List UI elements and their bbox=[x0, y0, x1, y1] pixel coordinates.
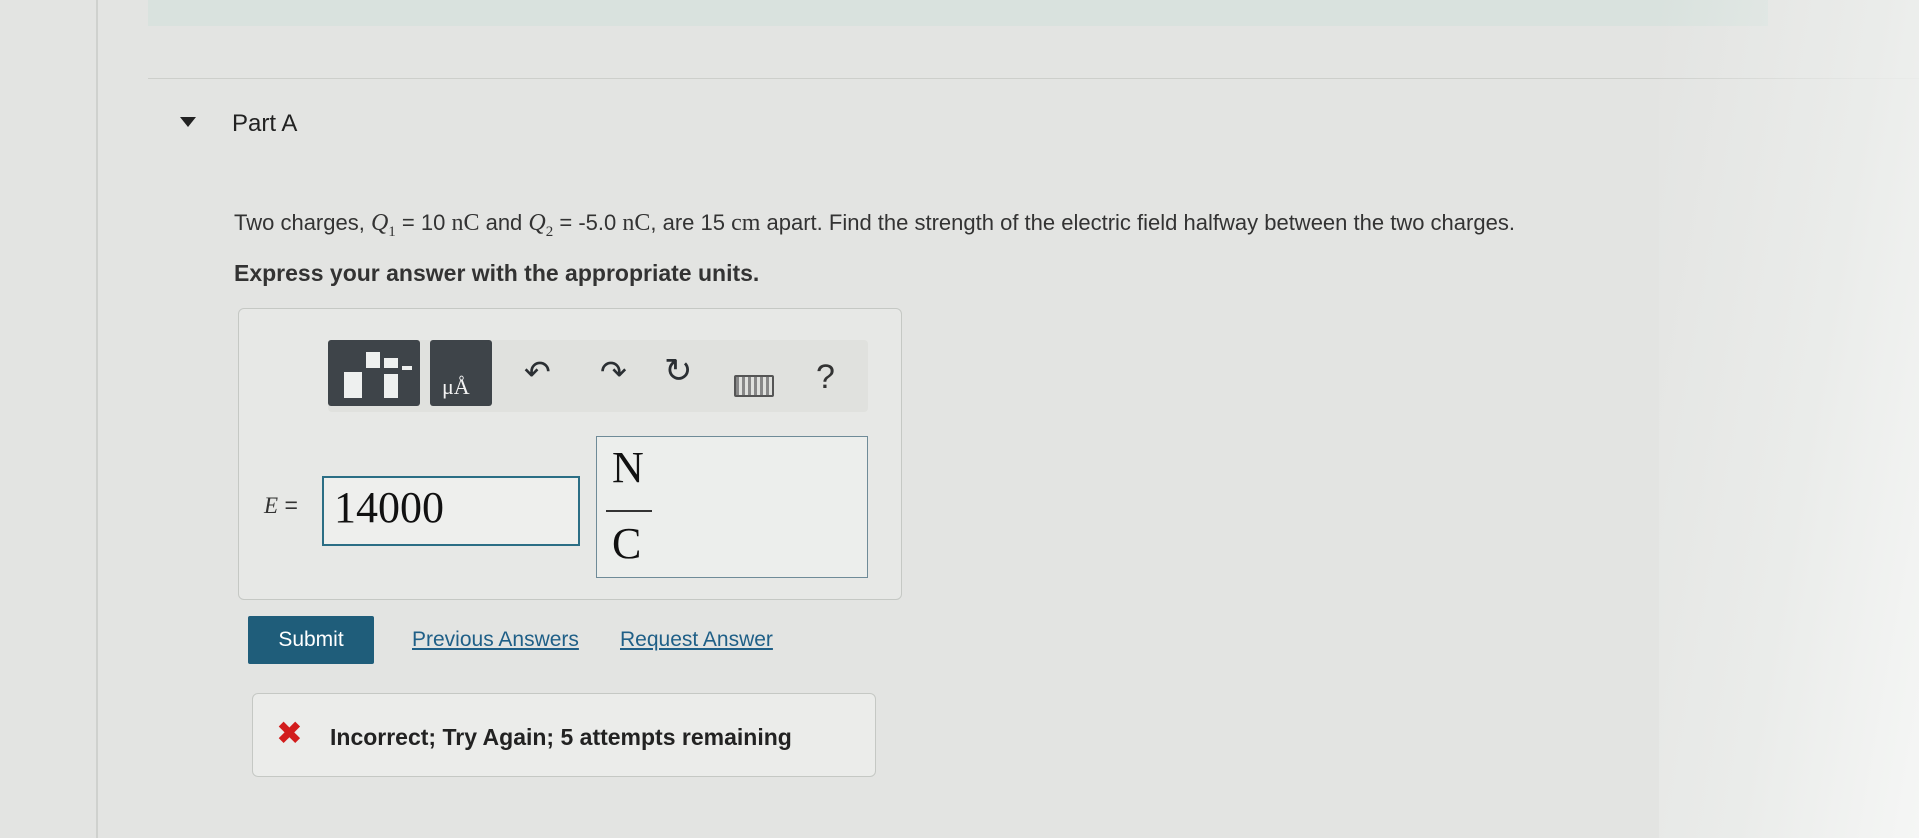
question-prefix: Two charges, bbox=[234, 210, 371, 235]
background-glare bbox=[1659, 0, 1919, 838]
q2-symbol: Q2 bbox=[528, 210, 554, 240]
undo-icon[interactable]: ↶ bbox=[524, 356, 551, 388]
question-mid: , are 15 bbox=[650, 210, 732, 235]
submit-button[interactable]: Submit bbox=[248, 616, 374, 664]
unit-numerator: N bbox=[612, 443, 644, 492]
answer-instruction: Express your answer with the appropriate… bbox=[234, 260, 760, 286]
answer-variable-label: E = bbox=[264, 492, 298, 518]
units-button[interactable]: μÅ bbox=[430, 340, 492, 406]
question-text: Two charges, Q1 = 10 nC and Q2 = -5.0 nC… bbox=[234, 210, 1515, 241]
answer-value-input[interactable]: 14000 bbox=[322, 476, 580, 546]
redo-icon[interactable]: ↷ bbox=[600, 356, 627, 388]
q2-value: = -5.0 bbox=[553, 210, 623, 235]
templates-button[interactable] bbox=[328, 340, 420, 406]
incorrect-icon: ✖ bbox=[276, 715, 303, 751]
q1-unit: nC bbox=[451, 210, 480, 236]
section-divider bbox=[148, 78, 1919, 79]
question-suffix: apart. Find the strength of the electric… bbox=[760, 210, 1515, 235]
q2-unit: nC bbox=[622, 210, 651, 236]
q1-value: = 10 bbox=[395, 210, 452, 235]
feedback-message: Incorrect; Try Again; 5 attempts remaini… bbox=[330, 724, 792, 750]
distance-unit: cm bbox=[731, 210, 761, 236]
unit-fraction-bar bbox=[606, 510, 652, 512]
request-answer-link[interactable]: Request Answer bbox=[620, 628, 773, 652]
q1-symbol: Q1 bbox=[370, 210, 396, 240]
question-and: and bbox=[479, 210, 529, 235]
top-strip bbox=[148, 0, 1768, 26]
collapse-toggle-icon[interactable] bbox=[180, 117, 196, 127]
left-border bbox=[96, 0, 98, 838]
part-title: Part A bbox=[232, 110, 298, 137]
units-glyph: μÅ bbox=[442, 374, 470, 399]
help-icon[interactable]: ? bbox=[816, 358, 835, 397]
unit-denominator: C bbox=[612, 519, 642, 568]
previous-answers-link[interactable]: Previous Answers bbox=[412, 628, 579, 652]
reset-icon[interactable]: ↻ bbox=[664, 354, 693, 388]
keyboard-icon[interactable] bbox=[734, 375, 774, 397]
